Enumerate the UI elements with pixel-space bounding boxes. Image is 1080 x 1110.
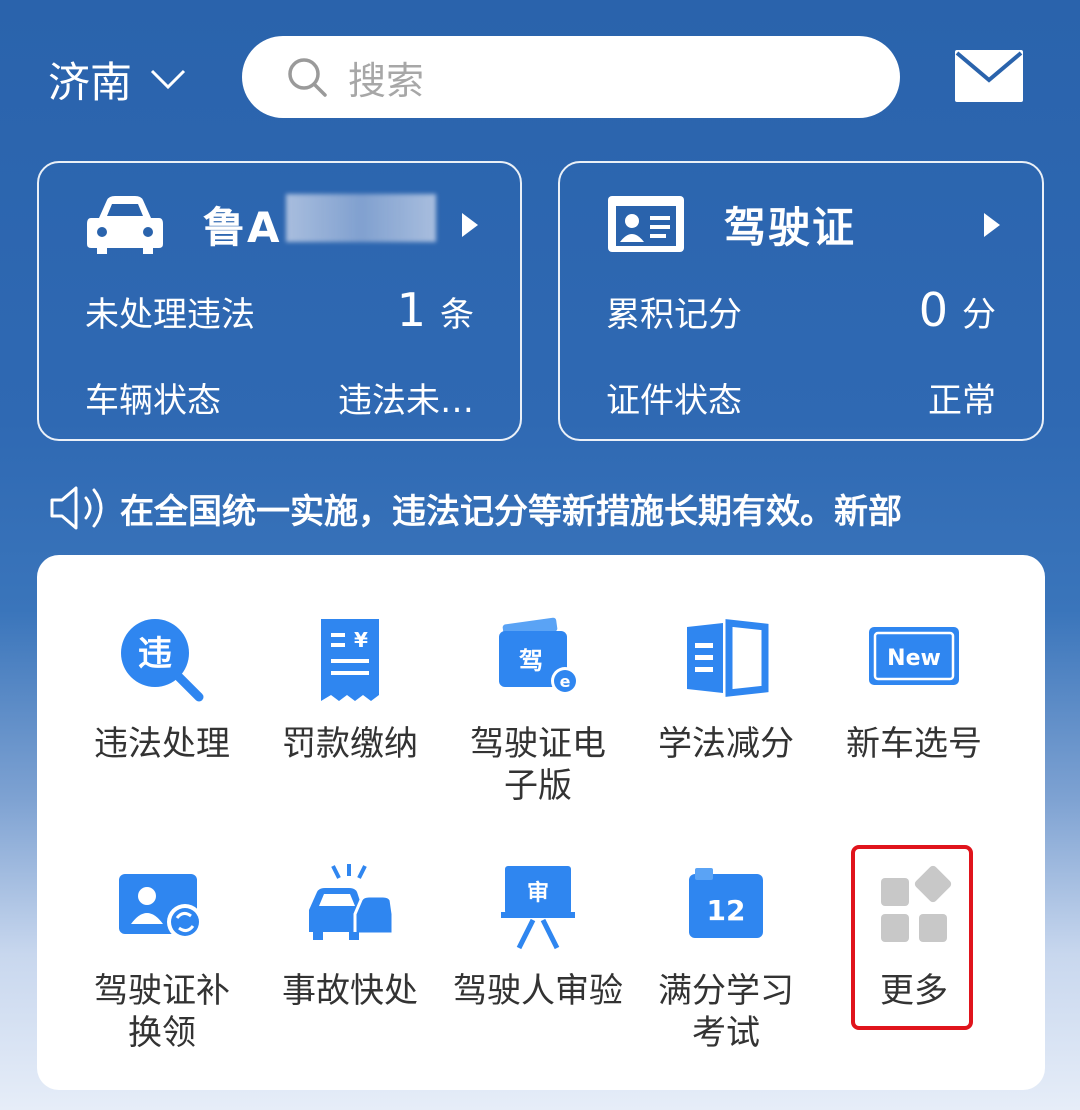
license-card[interactable]: 驾驶证 累积记分 0分 证件状态 正常 xyxy=(558,161,1044,441)
service-label: 驾驶证补 换领 xyxy=(94,971,230,1053)
service-label: 违法处理 xyxy=(94,724,230,764)
service-driver-review[interactable]: 审 驾驶人审验 xyxy=(443,862,633,1012)
svg-text:审: 审 xyxy=(527,880,549,906)
license-status-row: 证件状态 正常 xyxy=(606,373,996,422)
fine-receipt-icon: ¥ xyxy=(321,619,379,701)
service-accident[interactable]: 事故快处 xyxy=(255,862,445,1012)
calendar-12-icon: 12 xyxy=(689,868,763,938)
points-unit: 分 xyxy=(962,295,996,335)
vehicle-status-value: 违法未… xyxy=(338,381,474,421)
search-placeholder: 搜索 xyxy=(348,58,425,103)
new-plate-icon: New xyxy=(869,627,959,685)
svg-text:违: 违 xyxy=(138,634,172,674)
service-label: 事故快处 xyxy=(282,971,418,1011)
service-label: 满分学习 考试 xyxy=(658,971,794,1053)
plate-blur-mask xyxy=(285,193,436,242)
car-icon xyxy=(87,196,163,254)
city-selector[interactable]: 济南 xyxy=(48,50,186,108)
id-card-icon xyxy=(608,196,684,252)
service-license-replace[interactable]: 驾驶证补 换领 xyxy=(67,862,257,1054)
service-fine[interactable]: ¥ 罚款缴纳 xyxy=(255,615,445,765)
vehicle-violation-row: 未处理违法 1条 xyxy=(85,283,474,337)
review-easel-icon: 审 xyxy=(501,866,575,950)
notice-ticker[interactable]: 在全国统一实施，违法记分等新措施长期有效。新部 xyxy=(48,480,1042,536)
violation-label: 未处理违法 xyxy=(85,295,255,335)
svg-text:New: New xyxy=(887,646,941,671)
service-label: 新车选号 xyxy=(846,724,982,764)
svg-text:驾: 驾 xyxy=(519,647,543,675)
city-name: 济南 xyxy=(48,57,133,107)
car-accident-icon xyxy=(309,864,395,940)
svg-text:¥: ¥ xyxy=(354,628,368,652)
service-full-score-study[interactable]: 12 满分学习 考试 xyxy=(631,862,821,1054)
service-study-points[interactable]: 学法减分 xyxy=(631,615,821,765)
service-new-plate[interactable]: New 新车选号 xyxy=(819,615,1009,765)
svg-text:12: 12 xyxy=(707,894,746,927)
plate-number: 鲁A xyxy=(203,193,436,255)
chevron-down-icon xyxy=(150,69,186,90)
notice-text: 在全国统一实施，违法记分等新措施长期有效。新部 xyxy=(120,491,902,532)
triangle-right-icon xyxy=(462,213,478,237)
license-status-value: 正常 xyxy=(928,381,996,421)
vehicle-status-row: 车辆状态 违法未… xyxy=(85,373,474,422)
license-title: 驾驶证 xyxy=(724,202,857,252)
violation-unit: 条 xyxy=(440,295,474,335)
service-label: 驾驶人审验 xyxy=(453,971,623,1011)
violation-count: 1 xyxy=(396,283,426,337)
points-label: 累积记分 xyxy=(606,295,742,335)
vehicle-status-label: 车辆状态 xyxy=(85,381,221,421)
service-label: 罚款缴纳 xyxy=(282,724,418,764)
speaker-icon xyxy=(50,486,103,530)
service-e-license[interactable]: 驾 e 驾驶证电 子版 xyxy=(443,615,633,807)
license-card-header: 驾驶证 xyxy=(560,191,1042,257)
open-book-icon xyxy=(687,619,769,697)
license-replace-icon xyxy=(119,874,203,940)
svg-text:e: e xyxy=(560,672,571,691)
search-bar[interactable]: 搜索 xyxy=(242,36,900,118)
license-status-label: 证件状态 xyxy=(606,381,742,421)
vehicle-card-header: 鲁A xyxy=(39,191,520,257)
search-icon xyxy=(288,58,327,97)
vehicle-card[interactable]: 鲁A 未处理违法 1条 车辆状态 违法未… xyxy=(37,161,522,441)
triangle-right-icon xyxy=(984,213,1000,237)
service-label: 学法减分 xyxy=(658,724,794,764)
service-label: 驾驶证电 子版 xyxy=(470,724,606,806)
license-points-row: 累积记分 0分 xyxy=(606,283,996,337)
points-value: 0 xyxy=(918,283,948,337)
service-violation[interactable]: 违 违法处理 xyxy=(67,615,257,765)
violation-search-icon: 违 xyxy=(121,619,204,702)
more-highlight-box xyxy=(851,845,973,1030)
mail-icon[interactable] xyxy=(955,50,1023,102)
e-license-icon: 驾 e xyxy=(499,617,579,695)
